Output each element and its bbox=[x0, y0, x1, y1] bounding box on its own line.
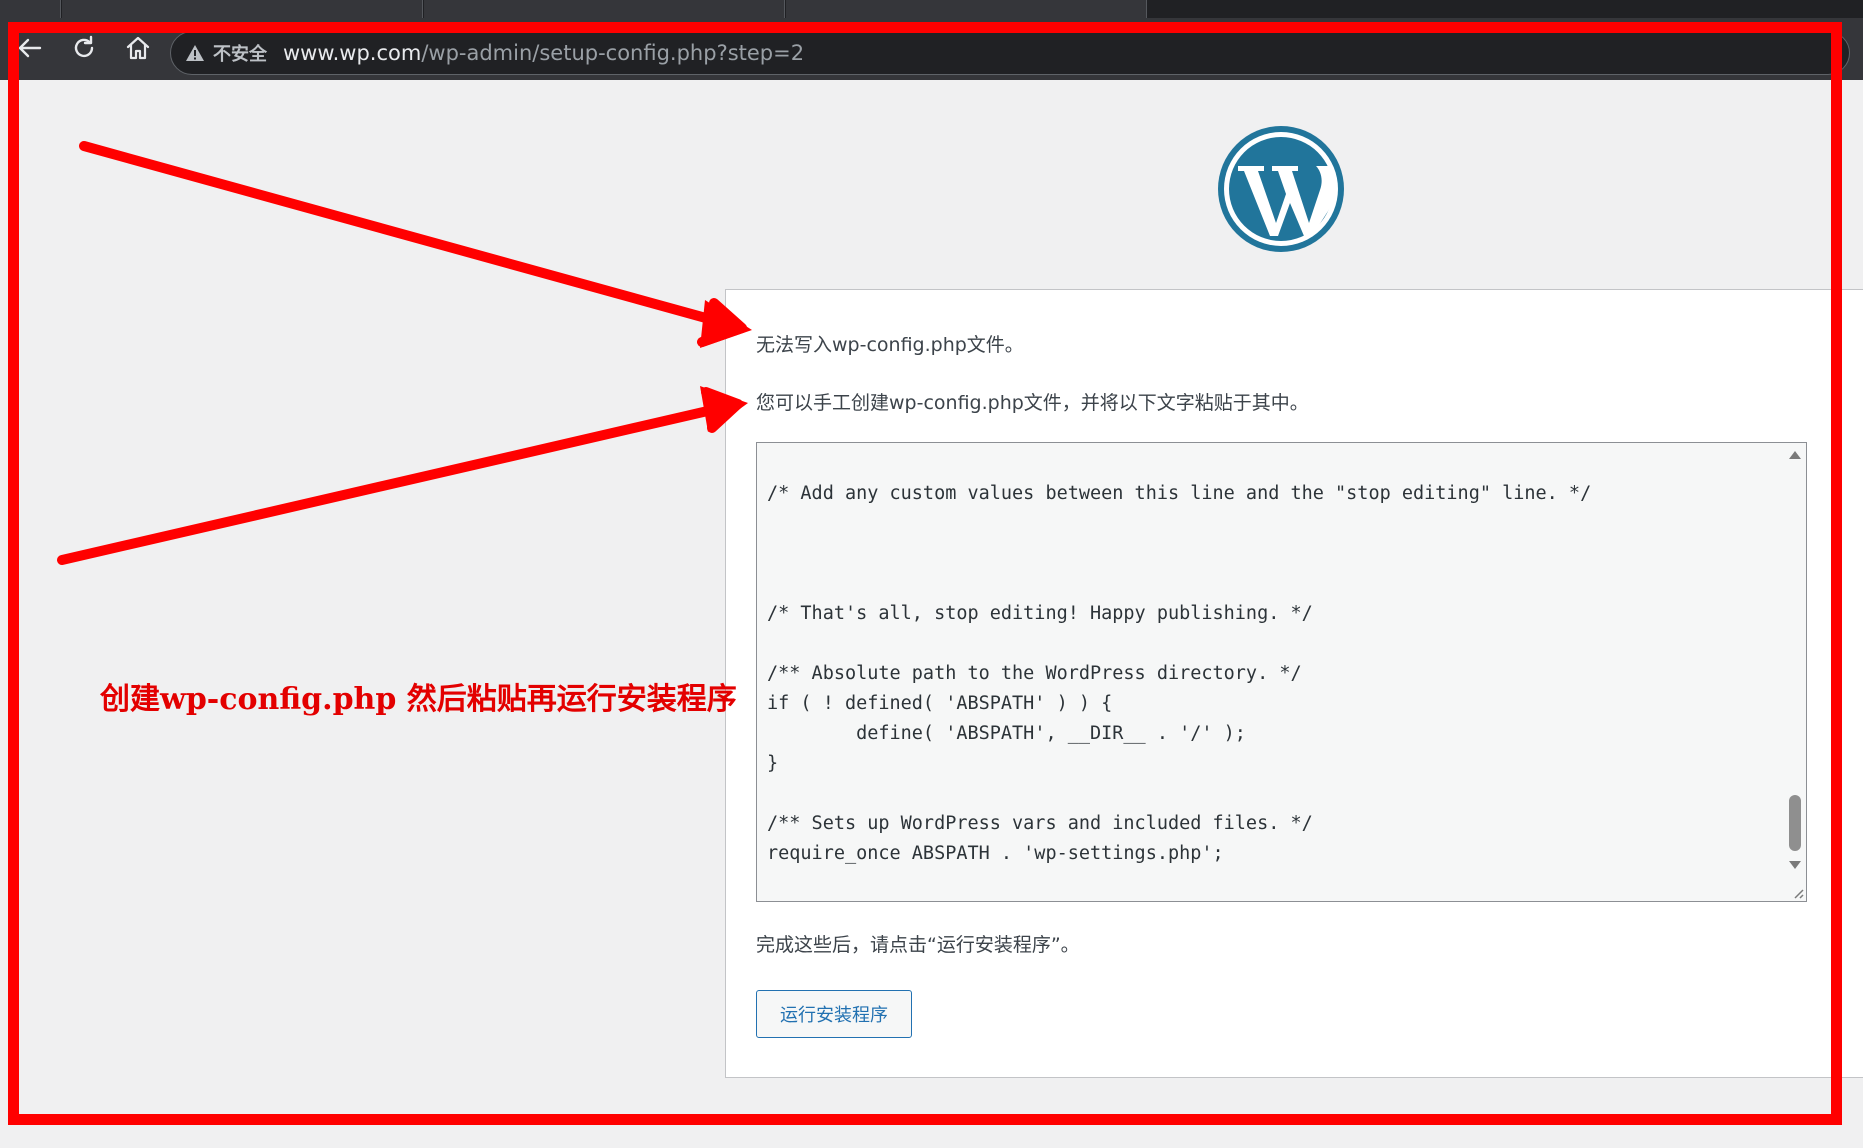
textarea-scrollbar[interactable] bbox=[1784, 443, 1806, 901]
reload-button[interactable] bbox=[64, 28, 104, 68]
browser-tab[interactable] bbox=[62, 0, 423, 18]
back-arrow-icon bbox=[18, 38, 42, 58]
home-icon bbox=[126, 36, 150, 60]
resize-grip-icon[interactable] bbox=[1790, 885, 1804, 899]
annotation-caption: 创建wp-config.php 然后粘贴再运行安装程序 bbox=[100, 682, 737, 717]
setup-card: 无法写入wp-config.php文件。 您可以手工创建wp-config.ph… bbox=[725, 289, 1863, 1078]
annotation-arrow-bottom bbox=[57, 387, 743, 565]
config-code-textarea[interactable]: /* Add any custom values between this li… bbox=[756, 442, 1807, 902]
url-path: /wp-admin/setup-config.php?step=2 bbox=[421, 41, 805, 65]
instruction-message: 您可以手工创建wp-config.php文件，并将以下文字粘贴于其中。 bbox=[756, 392, 1309, 414]
browser-tab[interactable] bbox=[786, 0, 1147, 18]
browser-tab[interactable] bbox=[0, 0, 61, 18]
url-host: www.wp.com bbox=[283, 41, 422, 65]
scroll-thumb[interactable] bbox=[1789, 795, 1801, 851]
annotation-arrow-top bbox=[79, 141, 747, 347]
browser-toolbar: 不安全 www.wp.com /wp-admin/setup-config.ph… bbox=[0, 18, 1863, 80]
error-message: 无法写入wp-config.php文件。 bbox=[756, 334, 1024, 356]
scroll-down-arrow-icon[interactable] bbox=[1789, 861, 1801, 869]
security-label[interactable]: 不安全 bbox=[213, 40, 267, 66]
scroll-up-arrow-icon[interactable] bbox=[1789, 451, 1801, 459]
run-install-button[interactable]: 运行安装程序 bbox=[756, 990, 912, 1038]
tab-strip bbox=[0, 0, 1863, 18]
wordpress-logo[interactable] bbox=[1216, 124, 1346, 254]
browser-tab[interactable] bbox=[424, 0, 785, 18]
back-button[interactable] bbox=[10, 28, 50, 68]
home-button[interactable] bbox=[118, 28, 158, 68]
reload-icon bbox=[74, 35, 94, 58]
config-code[interactable]: /* Add any custom values between this li… bbox=[767, 443, 1777, 869]
address-bar[interactable]: 不安全 www.wp.com /wp-admin/setup-config.ph… bbox=[170, 31, 1850, 75]
next-step-message: 完成这些后，请点击“运行安装程序”。 bbox=[756, 934, 1080, 956]
warning-triangle-icon[interactable] bbox=[185, 44, 205, 62]
